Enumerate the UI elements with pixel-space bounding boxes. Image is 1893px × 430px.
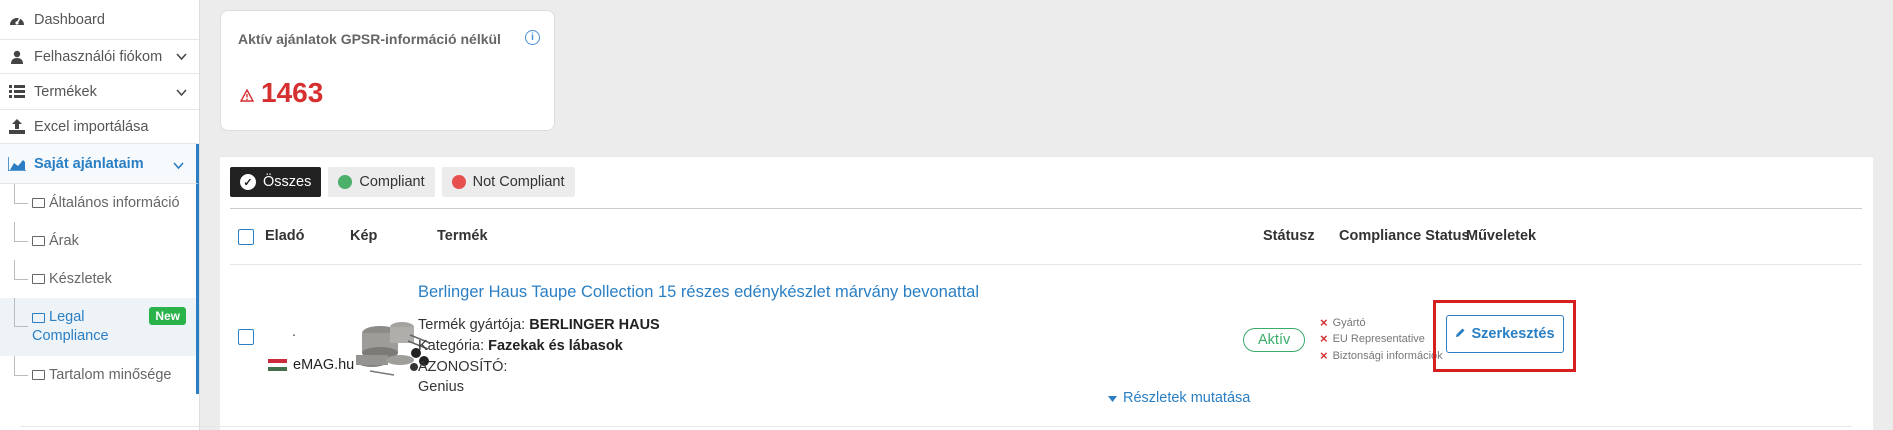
filter-compliant-button[interactable]: Compliant xyxy=(328,167,435,197)
edit-button-label: Szerkesztés xyxy=(1471,326,1555,342)
manufacturer-value: BERLINGER HAUS xyxy=(529,317,660,333)
header-seller: Eladó xyxy=(265,228,305,244)
chevron-down-icon xyxy=(173,158,184,174)
header-image: Kép xyxy=(350,228,378,244)
sidebar-item-label: Felhasználói fiókom xyxy=(34,48,163,65)
user-icon xyxy=(8,48,26,66)
compliance-item: × Gyártó xyxy=(1320,315,1366,330)
category-label: Kategória: xyxy=(418,338,485,354)
filter-label: Not Compliant xyxy=(472,174,565,190)
close-icon: × xyxy=(1320,348,1328,363)
sidebar-item-label: Termékek xyxy=(34,83,97,100)
sidebar-subitem-prices[interactable]: Árak xyxy=(0,222,199,260)
status-badge: Aktív xyxy=(1243,328,1306,352)
compliance-item-label: Gyártó xyxy=(1332,316,1366,329)
summary-card: Aktív ajánlatok GPSR-információ nélkül i… xyxy=(220,10,555,131)
offers-panel: ✓ Összes Compliant Not Compliant Eladó K… xyxy=(20,156,1873,430)
caret-down-icon xyxy=(1108,390,1117,406)
manufacturer-label: Termék gyártója: xyxy=(418,317,526,333)
details-link-label: Részletek mutatása xyxy=(1123,390,1251,406)
compliance-item: × EU Representative xyxy=(1320,331,1425,346)
summary-title: Aktív ajánlatok GPSR-információ nélkül xyxy=(238,31,501,47)
tree-line xyxy=(14,184,28,204)
sidebar-item-my-offers[interactable]: Saját ajánlataim xyxy=(0,144,199,184)
header-compliance-status: Compliance Status xyxy=(1339,228,1470,244)
table-header: Eladó Kép Termék Státusz Compliance Stat… xyxy=(230,209,1862,265)
pencil-icon xyxy=(1455,326,1466,342)
compliance-item: × Biztonsági információk xyxy=(1320,348,1443,363)
red-dot-icon xyxy=(451,175,466,189)
info-icon[interactable]: i xyxy=(525,30,540,45)
sidebar-item-products[interactable]: Termékek xyxy=(0,74,199,110)
filter-label: Összes xyxy=(263,174,312,190)
chevron-down-icon xyxy=(176,85,187,101)
row-checkbox[interactable] xyxy=(238,329,254,345)
sidebar-item-label: Excel importálása xyxy=(34,118,149,135)
product-category: Kategória: Fazekak és lábasok xyxy=(418,338,623,354)
warning-icon xyxy=(239,88,255,105)
filter-bar: ✓ Összes Compliant Not Compliant xyxy=(230,167,575,197)
edit-button[interactable]: Szerkesztés xyxy=(1446,315,1564,353)
seller-name: eMAG.hu xyxy=(293,357,355,373)
upload-icon xyxy=(8,118,26,136)
check-circle-icon: ✓ xyxy=(240,174,256,190)
chevron-down-icon xyxy=(176,49,187,65)
show-details-link[interactable]: Részletek mutatása xyxy=(1108,390,1250,406)
filter-all-button[interactable]: ✓ Összes xyxy=(230,167,322,197)
product-brand: Genius xyxy=(418,379,464,395)
seller-dot: . xyxy=(292,323,296,339)
product-id: AZONOSÍTÓ: xyxy=(418,359,508,375)
filter-not-compliant-button[interactable]: Not Compliant xyxy=(441,167,575,197)
filter-label: Compliant xyxy=(359,174,425,190)
seller-cell: eMAG.hu xyxy=(268,357,354,373)
compliance-item-label: Biztonsági információk xyxy=(1332,349,1443,362)
sidebar-subitem-label: Általános információ xyxy=(49,195,180,211)
green-dot-icon xyxy=(338,175,353,189)
compliance-item-label: EU Representative xyxy=(1332,332,1425,345)
sidebar-item-label: Saját ajánlataim xyxy=(34,155,144,172)
folder-icon xyxy=(32,198,45,208)
sidebar-subitem-label: Árak xyxy=(49,233,79,249)
list-icon xyxy=(8,83,26,101)
dashboard-icon xyxy=(8,11,26,29)
table-row: . eMAG.hu Berlinger Haus Taupe Collectio… xyxy=(20,265,1852,427)
product-manufacturer: Termék gyártója: BERLINGER HAUS xyxy=(418,317,660,333)
sidebar-item-label: Dashboard xyxy=(34,11,105,28)
sidebar-item-account[interactable]: Felhasználói fiókom xyxy=(0,40,199,74)
folder-icon xyxy=(32,236,45,246)
summary-value: 1463 xyxy=(261,77,324,108)
hungary-flag-icon xyxy=(268,358,287,372)
close-icon: × xyxy=(1320,331,1328,346)
sidebar-item-excel-import[interactable]: Excel importálása xyxy=(0,110,199,144)
sidebar-item-dashboard[interactable]: Dashboard xyxy=(0,0,199,40)
close-icon: × xyxy=(1320,315,1328,330)
chart-icon xyxy=(8,155,26,173)
select-all-checkbox[interactable] xyxy=(238,229,254,245)
sidebar-subitem-general-info[interactable]: Általános információ xyxy=(0,184,199,222)
category-value: Fazekak és lábasok xyxy=(488,338,623,354)
header-status: Státusz xyxy=(1263,228,1315,244)
product-title-link[interactable]: Berlinger Haus Taupe Collection 15 része… xyxy=(418,283,979,302)
edit-highlight-box: Szerkesztés xyxy=(1433,300,1576,372)
tree-line xyxy=(14,222,28,242)
header-actions: Műveletek xyxy=(1466,228,1537,244)
header-product: Termék xyxy=(437,228,488,244)
